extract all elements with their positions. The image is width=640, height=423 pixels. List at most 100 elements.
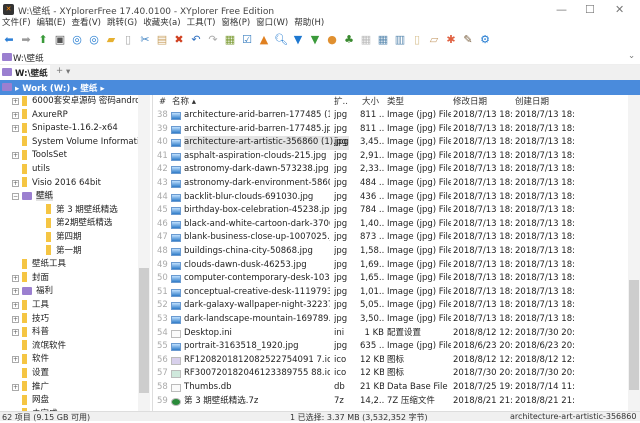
tree-item[interactable]: + 工具 [12, 299, 49, 313]
find-icon[interactable]: ◎ [70, 33, 84, 47]
table-row[interactable]: 51 conceptual-creative-desk-1119793.jpg jp… [155, 286, 628, 300]
table-row[interactable]: 49 clouds-dawn-dusk-46253.jpg jpg 1,69...Im… [155, 259, 628, 273]
settings-icon[interactable]: ⚙ [478, 33, 492, 47]
tree-item[interactable]: +6000套安卓源码 密码andro [12, 95, 140, 109]
table-row[interactable]: 41 asphalt-aspiration-clouds-215.jpg jpg 2,… [155, 150, 628, 164]
expand-icon[interactable]: + [12, 125, 19, 133]
table-row[interactable]: 54 Desktop.ini ini 1 KB配置设置 2018/8/12 12:...… [155, 327, 628, 341]
undo-icon[interactable]: ↶ [189, 33, 203, 47]
tree-item[interactable]: 第一期 [46, 245, 82, 259]
delete-icon[interactable]: ✖ [172, 33, 186, 47]
tree-item[interactable]: 网盘 [22, 394, 49, 408]
tag-icon[interactable]: ● [325, 33, 339, 47]
menu-item[interactable]: 查看(V) [72, 16, 101, 30]
search-icon[interactable]: 🔍︎ [274, 33, 288, 47]
expand-icon[interactable]: + [12, 288, 19, 296]
col-num[interactable]: # [159, 95, 166, 109]
tree-item[interactable]: 壁纸工具 [22, 258, 66, 272]
tree-item[interactable]: + 科普 [12, 326, 49, 340]
tree-item[interactable]: + 技巧 [12, 313, 49, 327]
maximize-button[interactable]: ☐ [585, 3, 595, 16]
menu-item[interactable]: 文件(F) [2, 16, 31, 30]
details-icon[interactable]: ▦ [376, 33, 390, 47]
tree-scroll-thumb[interactable] [139, 268, 149, 393]
redo-icon[interactable]: ↷ [206, 33, 220, 47]
breadcrumb-folder[interactable]: 壁纸 [80, 84, 97, 94]
table-row[interactable]: 57 RF300720182046123389755 88.ico ico 12 KB… [155, 367, 628, 381]
tree-item[interactable]: utils [22, 163, 50, 177]
col-created[interactable]: 创建日期 [515, 95, 549, 109]
expand-icon[interactable]: + [12, 98, 19, 105]
table-row[interactable]: 39 architecture-arid-barren-177485.jpg jpg… [155, 123, 628, 137]
thumbnails-icon[interactable]: ▦ [359, 33, 373, 47]
dual-pane-icon[interactable]: ▥ [393, 33, 407, 47]
quick-search-icon[interactable]: ◎ [87, 33, 101, 47]
tree-item[interactable]: + ToolsSet [12, 149, 67, 163]
copy-icon[interactable]: ▯ [121, 33, 135, 47]
tree-item[interactable]: + 封面 [12, 272, 49, 286]
col-modified[interactable]: 修改日期 [453, 95, 487, 109]
table-row[interactable]: 56 RF1208201812082522754091 7.ico ico 12 KB… [155, 354, 628, 368]
breadcrumb-drive[interactable]: Work (W:) [22, 84, 70, 94]
tree-item[interactable]: + Snipaste-1.16.2-x64 [12, 122, 118, 136]
tree-icon[interactable]: ▦ [223, 33, 237, 47]
tab-menu-button[interactable]: ▾ [66, 67, 70, 77]
table-row[interactable]: 38 architecture-arid-barren-177485 (1).jp… [155, 109, 628, 123]
up-icon[interactable]: ⬆ [36, 33, 50, 47]
menu-item[interactable]: 工具(T) [187, 16, 216, 30]
tree-item[interactable]: 第 3 期壁纸精选 [46, 204, 118, 218]
table-row[interactable]: 48 buildings-china-city-50868.jpg jpg 1,58.… [155, 245, 628, 259]
expand-icon[interactable]: + [12, 315, 19, 323]
highlight-icon[interactable]: ▲ [257, 33, 271, 47]
col-size[interactable]: 大小 [362, 95, 379, 109]
info-icon[interactable]: ▱ [427, 33, 441, 47]
expand-icon[interactable]: + [12, 329, 19, 337]
expand-icon[interactable]: + [12, 274, 19, 282]
table-row[interactable]: 58 Thumbs.db db 21 KB Data Base File 2018/7/2… [155, 381, 628, 395]
table-row[interactable]: 43 astronomy-dark-environment-586041.j...… [155, 177, 628, 191]
table-row[interactable]: 45 birthday-box-celebration-45238.jpg jpg 7… [155, 204, 628, 218]
menu-item[interactable]: 跳转(G) [107, 16, 137, 30]
cut-icon[interactable]: ✂ [138, 33, 152, 47]
add-tab-button[interactable]: + [56, 66, 63, 76]
address-text[interactable]: W:\壁纸 [13, 52, 44, 64]
tree-item[interactable]: + 软件 [12, 353, 49, 367]
address-bar[interactable]: W:\壁纸 ⌄ [0, 50, 640, 65]
col-type[interactable]: 类型 [387, 95, 404, 109]
menu-item[interactable]: 编辑(E) [37, 16, 66, 30]
computer-icon[interactable]: ▣ [53, 33, 67, 47]
paste-icon[interactable]: ▤ [155, 33, 169, 47]
tab-wallpaper[interactable]: W:\壁纸 [0, 65, 50, 80]
col-ext[interactable]: 扩.. [334, 95, 348, 109]
tree-item[interactable]: 第2期壁纸精选 [46, 217, 112, 231]
back-icon[interactable]: ⬅ [2, 33, 16, 47]
table-row[interactable]: 55 portrait-3163518_1920.jpg jpg 635 ...Ima… [155, 340, 628, 354]
preview-icon[interactable]: ▯ [410, 33, 424, 47]
list-scroll-thumb[interactable] [629, 280, 639, 390]
expand-icon[interactable]: + [12, 111, 19, 119]
chevron-down-icon[interactable]: ⌄ [628, 51, 635, 61]
checkbox-icon[interactable]: ☑ [240, 33, 254, 47]
expand-icon[interactable]: + [12, 152, 19, 160]
menu-item[interactable]: 窗格(P) [221, 16, 250, 30]
tree-view-icon[interactable]: ♣ [342, 33, 356, 47]
table-row[interactable]: 46 black-and-white-cartoon-dark-3706.jpg j… [155, 218, 628, 232]
menu-item[interactable]: 收藏夹(a) [143, 16, 180, 30]
expand-icon[interactable]: + [12, 356, 19, 364]
table-row[interactable]: 40 architecture-art-artistic-356860 (1).j… [155, 136, 628, 150]
tree-item[interactable]: + 福利 [12, 285, 53, 299]
table-row[interactable]: 42 astronomy-dark-dawn-573238.jpg jpg 2,33.… [155, 163, 628, 177]
forward-icon[interactable]: ➡ [19, 33, 33, 47]
close-button[interactable]: ✕ [615, 3, 624, 16]
expand-icon[interactable]: + [12, 383, 19, 391]
filter-icon[interactable]: ▼ [291, 33, 305, 47]
col-name[interactable]: 名称 ▴ [172, 95, 196, 109]
table-row[interactable]: 44 backlit-blur-clouds-691030.jpg jpg 436 .… [155, 191, 628, 205]
colors-icon[interactable]: ✱ [444, 33, 458, 47]
tree-item[interactable]: System Volume Information [22, 136, 150, 150]
table-row[interactable]: 52 dark-galaxy-wallpaper-night-32237.jpg j… [155, 299, 628, 313]
tree-item[interactable]: 设置 [22, 367, 49, 381]
tree-item[interactable]: − 壁纸 [12, 190, 54, 204]
new-folder-icon[interactable]: ▰ [104, 33, 118, 47]
menu-item[interactable]: 帮助(H) [294, 16, 324, 30]
